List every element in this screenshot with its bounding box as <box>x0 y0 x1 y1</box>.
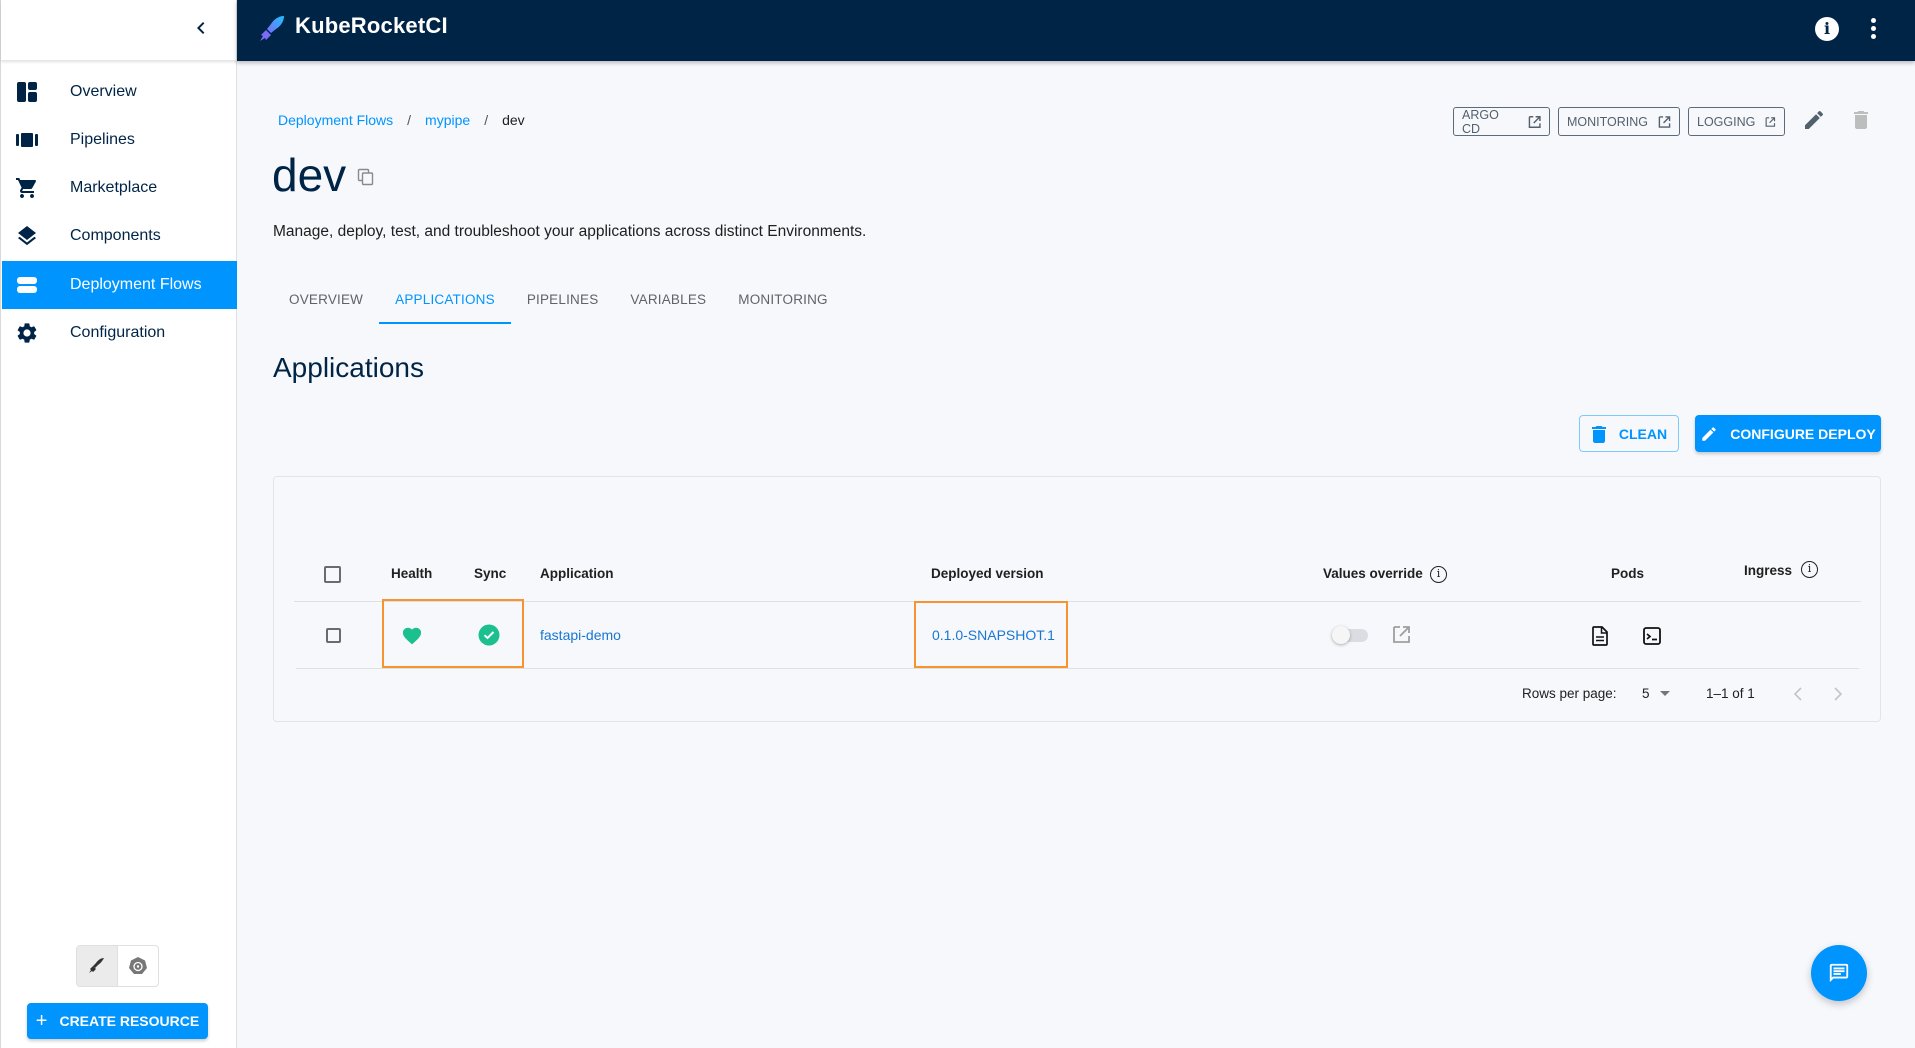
sidebar-item-label: Marketplace <box>70 179 158 196</box>
values-override-toggle[interactable] <box>1332 626 1370 644</box>
trash-icon[interactable] <box>1849 108 1873 132</box>
column-header-values-override: Values override <box>1323 566 1423 581</box>
applications-heading: Applications <box>273 352 424 383</box>
clean-label: CLEAN <box>1618 425 1668 442</box>
column-header-application: Application <box>540 566 614 581</box>
page-title: dev <box>272 149 347 201</box>
app-header: KubeRocketCI i <box>237 0 1915 61</box>
cart-icon <box>14 175 40 201</box>
column-header-health: Health <box>391 566 433 581</box>
terminal-icon[interactable] <box>1643 627 1661 645</box>
sidebar-item-label: Deployment Flows <box>70 276 202 293</box>
sidebar-item-pipelines[interactable]: Pipelines <box>2 116 237 164</box>
column-header-ingress: Ingress <box>1744 563 1793 578</box>
sidebar-item-marketplace[interactable]: Marketplace <box>2 164 237 212</box>
more-vert-icon[interactable] <box>1865 16 1881 42</box>
rocket-logo-icon <box>260 16 284 41</box>
create-resource-button[interactable]: + CREATE RESOURCE <box>27 1003 208 1039</box>
table-divider <box>296 668 1859 669</box>
sidebar-item-configuration[interactable]: Configuration <box>2 309 237 357</box>
sidebar-item-deployment-flows[interactable]: Deployment Flows <box>2 261 237 309</box>
tab-overview[interactable]: OVERVIEW <box>273 286 379 324</box>
pencil-icon <box>1702 426 1717 441</box>
health-sync-highlight <box>382 599 524 668</box>
column-header-deployed-version: Deployed version <box>931 566 1044 581</box>
create-resource-label: CREATE RESOURCE <box>59 1013 200 1029</box>
info-icon[interactable]: i <box>1815 17 1839 41</box>
deployed-version-highlight <box>914 601 1068 668</box>
sidebar-item-components[interactable]: Components <box>2 212 237 260</box>
external-link-icon <box>1765 116 1776 127</box>
pencil-icon[interactable] <box>1802 108 1826 132</box>
breadcrumb-deployment-flows[interactable]: Deployment Flows <box>278 112 393 128</box>
logs-icon[interactable] <box>1592 626 1608 646</box>
sidebar-item-overview[interactable]: Overview <box>2 68 237 116</box>
tab-pipelines[interactable]: PIPELINES <box>511 286 615 324</box>
breadcrumb-current: dev <box>502 112 525 128</box>
rows-per-page-select[interactable]: 5 <box>1642 686 1670 701</box>
sidebar-item-label: Overview <box>70 83 137 100</box>
sidebar: Overview Pipelines Marketplace Component… <box>0 0 238 1048</box>
pagination-range: 1–1 of 1 <box>1706 686 1755 701</box>
app-title: KubeRocketCI <box>295 13 448 38</box>
layers-icon <box>14 223 40 249</box>
breadcrumb-separator: / <box>484 112 489 128</box>
logging-label: LOGGING <box>1697 114 1756 129</box>
dashboard-icon <box>14 79 40 105</box>
table-divider <box>294 601 1861 602</box>
rocket-icon[interactable] <box>77 946 118 986</box>
chevron-left-icon[interactable] <box>189 16 213 40</box>
kubernetes-icon[interactable] <box>118 946 159 986</box>
tab-monitoring[interactable]: MONITORING <box>722 286 844 324</box>
monitoring-button[interactable]: MONITORING <box>1558 107 1680 136</box>
clean-button[interactable]: CLEAN <box>1579 415 1679 452</box>
info-icon[interactable]: i <box>1430 566 1447 583</box>
chevron-right-icon[interactable] <box>1830 685 1846 703</box>
gear-icon <box>14 320 40 346</box>
plus-icon: + <box>35 1010 48 1032</box>
monitoring-label: MONITORING <box>1567 114 1649 129</box>
configure-deploy-label: CONFIGURE DEPLOY <box>1730 425 1876 442</box>
logging-button[interactable]: LOGGING <box>1688 107 1785 136</box>
copy-icon[interactable] <box>357 168 375 186</box>
chevron-left-icon[interactable] <box>1790 685 1806 703</box>
sidebar-item-label: Pipelines <box>70 131 135 148</box>
breadcrumb: Deployment Flows / mypipe / dev <box>278 112 525 128</box>
rows-per-page-value: 5 <box>1642 686 1650 701</box>
configure-deploy-button[interactable]: CONFIGURE DEPLOY <box>1695 415 1881 452</box>
argo-cd-label: ARGO CD <box>1462 107 1499 136</box>
row-checkbox[interactable] <box>326 628 341 643</box>
rows-per-page-label: Rows per page: <box>1522 686 1617 701</box>
tab-applications[interactable]: APPLICATIONS <box>379 286 511 324</box>
page-description: Manage, deploy, test, and troubleshoot y… <box>273 223 867 240</box>
sidebar-item-label: Components <box>70 227 161 244</box>
argo-cd-button[interactable]: ARGO CD <box>1453 107 1550 136</box>
pipelines-icon <box>14 127 40 153</box>
external-link-icon[interactable] <box>1392 625 1411 644</box>
breadcrumb-mypipe[interactable]: mypipe <box>425 112 470 128</box>
breadcrumb-separator: / <box>407 112 412 128</box>
external-link-icon <box>1528 115 1541 128</box>
mode-toggle-group <box>76 945 159 987</box>
select-all-checkbox[interactable] <box>324 566 341 583</box>
info-icon[interactable]: i <box>1801 561 1818 578</box>
tab-variables[interactable]: VARIABLES <box>614 286 722 324</box>
column-header-pods: Pods <box>1611 566 1645 581</box>
tab-bar: OVERVIEW APPLICATIONS PIPELINES VARIABLE… <box>273 286 844 326</box>
sidebar-item-label: Configuration <box>70 324 166 341</box>
chat-button[interactable] <box>1811 945 1867 1001</box>
external-link-icon <box>1658 115 1671 128</box>
column-header-sync: Sync <box>474 566 507 581</box>
trash-icon <box>1591 425 1606 443</box>
chat-icon <box>1829 963 1849 983</box>
application-link[interactable]: fastapi-demo <box>540 627 621 643</box>
deployment-flows-icon <box>14 272 40 298</box>
caret-down-icon <box>1659 690 1670 696</box>
